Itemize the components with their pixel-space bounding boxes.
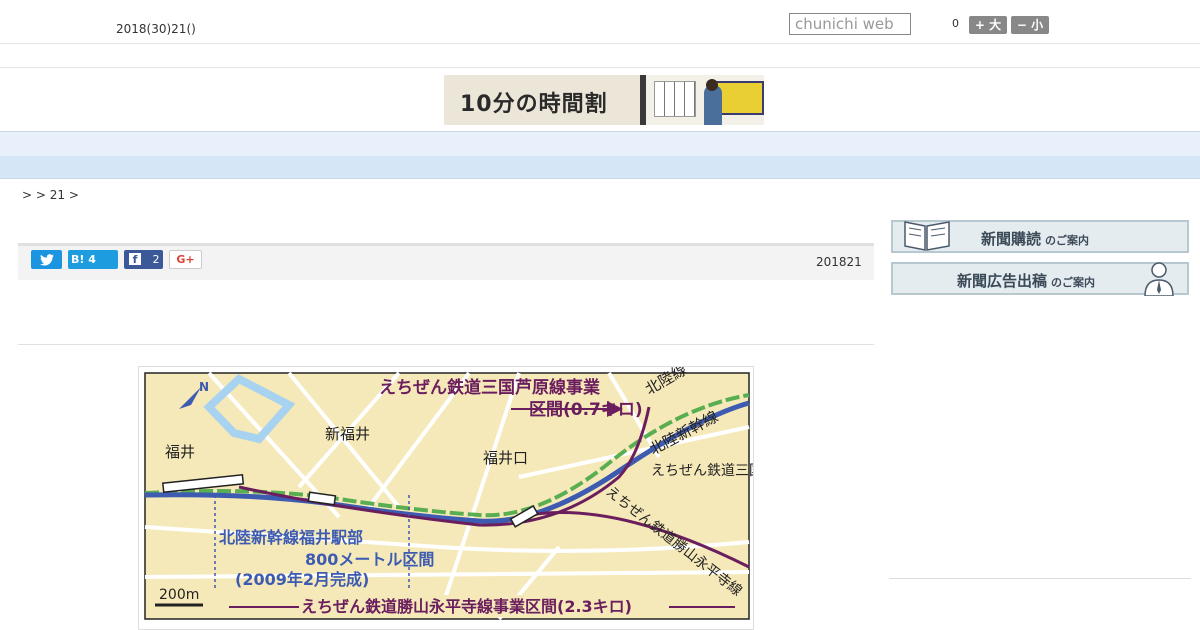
map-label-fukuiguchi: 福井口: [483, 449, 528, 467]
advertising-info-button[interactable]: 新聞広告出稿 のご案内: [891, 262, 1189, 296]
map-label-station-section: 北陸新幹線福井駅部: [219, 528, 363, 547]
sub-bar: [0, 44, 1200, 68]
map-label-mikuni-line: えちぜん鉄道三国芦原線: [651, 463, 753, 479]
hatena-bookmark-button[interactable]: B! 4: [68, 250, 118, 269]
font-size-small-button[interactable]: − 小: [1011, 16, 1049, 34]
subscription-label: 新聞購読 のご案内: [981, 230, 1090, 248]
hatena-label: B! 4: [71, 253, 96, 266]
divider: [18, 344, 874, 345]
twitter-share-button[interactable]: [31, 250, 62, 269]
breadcrumb[interactable]: > > 21 >: [22, 188, 79, 202]
published-date: 201821: [816, 255, 862, 269]
counter-text: 0: [952, 17, 959, 30]
article-map: N 福井 新福井 福井口 北陸線 北陸新幹線 えちぜん鉄道三国芦原線 えちぜん鉄…: [138, 366, 754, 630]
book-icon: [904, 221, 950, 251]
map-label-shinfukui: 新福井: [325, 425, 370, 443]
map-label-mikuni-project: えちぜん鉄道三国芦原線事業: [379, 377, 600, 398]
map-scale-label: 200m: [159, 587, 199, 603]
banner-ad[interactable]: 10分の時間割: [444, 75, 764, 125]
facebook-share-button[interactable]: f 2: [124, 250, 163, 269]
map-label-fukui: 福井: [165, 443, 195, 461]
search-input[interactable]: chunichi web: [789, 13, 911, 35]
date-text: 2018(30)21(): [116, 22, 196, 36]
north-label: N: [199, 380, 209, 394]
subscription-info-button[interactable]: 新聞購読 のご案内: [891, 220, 1189, 253]
map-label-station-length: 800メートル区間: [305, 550, 434, 569]
person-icon: [1144, 262, 1174, 296]
twitter-icon: [39, 254, 54, 266]
banner-photo: [640, 75, 764, 125]
map-label-katsuyama-project: えちぜん鉄道勝山永平寺線事業区間(2.3キロ): [301, 597, 632, 616]
google-plus-button[interactable]: G+: [169, 250, 202, 269]
advertising-label: 新聞広告出稿 のご案内: [957, 272, 1096, 290]
sub-nav: [0, 156, 1200, 179]
banner-title: 10分の時間割: [460, 92, 608, 117]
sidebar-divider: [889, 578, 1191, 579]
map-label-station-completed: (2009年2月完成): [235, 570, 369, 589]
main-nav: [0, 131, 1200, 157]
facebook-count: 2: [152, 253, 160, 266]
font-size-large-button[interactable]: + 大: [969, 16, 1007, 34]
facebook-icon: f: [129, 253, 141, 266]
